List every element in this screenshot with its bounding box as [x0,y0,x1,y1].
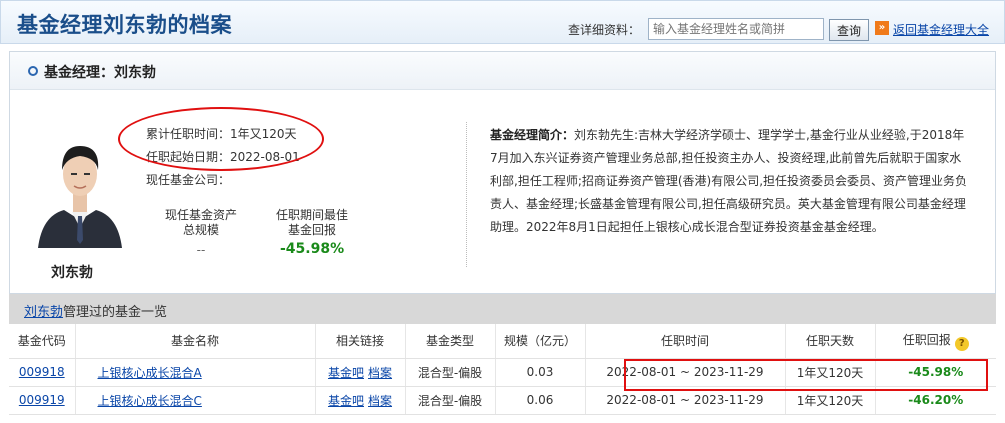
current-company-label: 现任基金公司： [146,173,231,187]
best-return-value: -45.98% [280,241,345,257]
back-to-manager-list-link[interactable]: 返回基金经理大全 [893,21,989,38]
funds-section-title: 刘东勃管理过的基金一览 [24,301,167,320]
circle-bullet-icon [28,66,38,76]
search-input[interactable] [648,18,824,40]
current-company-row: 现任基金公司： [146,171,230,188]
total-assets-label-line1: 现任基金资产 [164,208,237,222]
fund-type: 混合型-偏股 [405,358,496,387]
manager-panel: 基金经理：刘东勃 刘东勃 累计任职时间：1年又120天 任职起始日期：2022-… [9,51,996,294]
fund-type: 混合型-偏股 [405,386,496,415]
col-fund-size: 规模（亿元） [495,324,586,359]
col-fund-name: 基金名称 [75,324,316,359]
double-chevron-right-icon[interactable]: » [875,21,889,35]
related-links-cell: 基金吧 档案 [315,358,406,387]
col-tenure-period: 任职时间 [585,324,786,359]
manager-name: 刘东勃 [51,265,93,281]
search-label: 查详细资料： [568,23,641,37]
fund-size: 0.06 [495,386,586,415]
total-assets-label: 现任基金资产 总规模 [158,208,244,238]
page-title: 基金经理刘东勃的档案 [17,13,232,37]
vertical-divider [466,122,467,267]
help-icon[interactable]: ? [954,336,969,351]
col-tenure-return-label: 任职回报 [902,332,951,347]
fund-name-link[interactable]: 上银核心成长混合C [75,386,316,415]
fund-profile-link[interactable]: 档案 [368,366,392,380]
panel-title: 基金经理：刘东勃 [44,65,156,81]
fund-size: 0.03 [495,358,586,387]
bio-text: 刘东勃先生:吉林大学经济学硕士、理学学士,基金行业从业经验,于2018年7月加入… [490,128,968,234]
total-assets-label-line2: 总规模 [182,223,219,237]
col-tenure-return: 任职回报? [875,324,996,359]
top-bar: 基金经理刘东勃的档案 查详细资料： 查询 » 返回基金经理大全 [0,0,1005,44]
fund-profile-link[interactable]: 档案 [368,394,392,408]
funds-title-suffix: 管理过的基金一览 [63,305,168,320]
funds-section-header: 刘东勃管理过的基金一览 [9,294,996,324]
total-assets-value: -- [196,243,206,257]
search-button[interactable]: 查询 [829,19,869,41]
col-fund-code: 基金代码 [9,324,76,359]
bio-label: 基金经理简介： [490,128,575,142]
table-header-row: 基金代码 基金名称 相关链接 基金类型 规模（亿元） 任职时间 任职天数 任职回… [9,324,996,359]
best-return-label-line1: 任职期间最佳 [275,208,348,222]
related-links-cell: 基金吧 档案 [315,386,406,415]
best-return-label-line2: 基金回报 [287,223,336,237]
col-fund-type: 基金类型 [405,324,496,359]
manager-photo [30,128,130,248]
fund-name-link[interactable]: 上银核心成长混合A [75,358,316,387]
fund-forum-link[interactable]: 基金吧 [328,366,364,380]
manager-name-link[interactable]: 刘东勃 [24,305,63,320]
fund-code-link[interactable]: 009918 [9,358,76,387]
panel-header: 基金经理：刘东勃 [10,52,995,90]
best-return-label: 任职期间最佳 基金回报 [264,208,360,238]
col-related-links: 相关链接 [315,324,406,359]
manager-bio: 基金经理简介：刘东勃先生:吉林大学经济学硕士、理学学士,基金行业从业经验,于20… [490,124,970,239]
fund-code-link[interactable]: 009919 [9,386,76,415]
annotation-ellipse [118,107,324,171]
fund-forum-link[interactable]: 基金吧 [328,394,364,408]
col-tenure-days: 任职天数 [785,324,876,359]
annotation-rectangle [624,359,988,391]
